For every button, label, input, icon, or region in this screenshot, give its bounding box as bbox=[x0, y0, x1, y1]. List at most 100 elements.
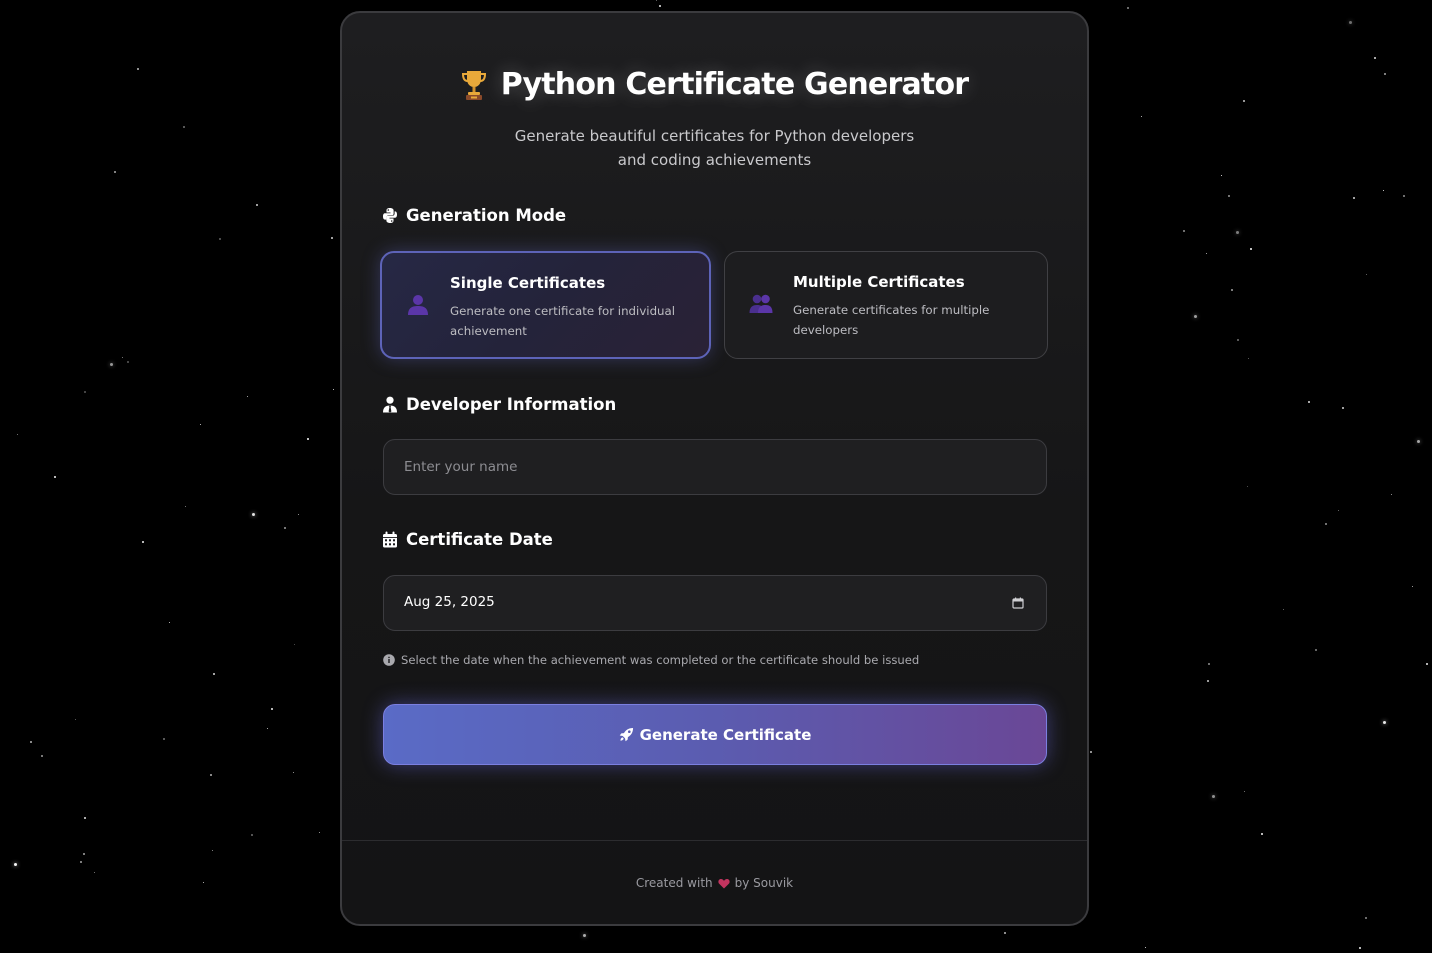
star bbox=[1004, 932, 1006, 934]
star bbox=[1403, 195, 1405, 197]
star bbox=[1383, 190, 1385, 192]
mode-multiple-description: Generate certificates for multiple devel… bbox=[793, 300, 1033, 340]
star bbox=[1127, 7, 1129, 9]
star bbox=[583, 934, 586, 937]
mode-option-single[interactable]: Single Certificates Generate one certifi… bbox=[380, 251, 711, 359]
star bbox=[1237, 339, 1239, 341]
info-circle-icon bbox=[383, 654, 395, 666]
mode-multiple-title: Multiple Certificates bbox=[793, 273, 965, 291]
star bbox=[1141, 116, 1143, 118]
star bbox=[319, 832, 321, 834]
star bbox=[203, 882, 205, 884]
footer: Created with by Souvik bbox=[342, 876, 1087, 890]
star bbox=[1325, 523, 1327, 525]
calendar-icon bbox=[383, 531, 397, 548]
star bbox=[84, 817, 86, 819]
star bbox=[183, 126, 185, 128]
star bbox=[1283, 609, 1285, 611]
star bbox=[200, 424, 202, 426]
star bbox=[331, 237, 333, 239]
star bbox=[169, 622, 171, 624]
mode-single-description: Generate one certificate for individual … bbox=[450, 301, 690, 341]
star bbox=[1308, 401, 1310, 403]
star bbox=[267, 728, 269, 730]
generation-mode-label: Generation Mode bbox=[406, 206, 567, 225]
mode-single-description-line-2: achievement bbox=[450, 324, 527, 338]
star bbox=[1412, 586, 1414, 588]
star bbox=[1353, 197, 1355, 199]
footer-suffix: by Souvik bbox=[734, 876, 794, 890]
star bbox=[1315, 649, 1317, 651]
star bbox=[80, 861, 82, 863]
generate-certificate-button[interactable]: Generate Certificate bbox=[383, 704, 1047, 765]
star bbox=[1417, 440, 1420, 443]
star bbox=[75, 719, 77, 721]
rocket-icon bbox=[619, 727, 633, 742]
star bbox=[30, 741, 32, 743]
mode-option-multiple[interactable]: Multiple Certificates Generate certifica… bbox=[724, 251, 1048, 359]
star bbox=[256, 204, 258, 206]
generation-mode-heading: Generation Mode bbox=[382, 206, 566, 225]
star bbox=[1145, 947, 1147, 949]
star bbox=[1261, 833, 1263, 835]
star bbox=[185, 506, 187, 508]
star bbox=[14, 863, 17, 866]
generate-certificate-label: Generate Certificate bbox=[639, 725, 812, 744]
date-field[interactable]: Aug 25, 2025 bbox=[383, 575, 1047, 631]
star bbox=[127, 361, 129, 363]
star bbox=[94, 872, 96, 874]
title-row: Python Certificate Generator bbox=[342, 67, 1087, 102]
star bbox=[137, 68, 139, 70]
star bbox=[1391, 494, 1393, 496]
star bbox=[1206, 253, 1208, 255]
generator-card: Python Certificate Generator Generate be… bbox=[340, 11, 1089, 926]
star bbox=[298, 514, 300, 516]
star bbox=[252, 513, 255, 516]
star bbox=[659, 5, 661, 7]
star bbox=[247, 396, 249, 398]
subtitle-line-2: and coding achievements bbox=[617, 151, 812, 169]
star bbox=[1366, 274, 1368, 276]
star bbox=[84, 391, 86, 393]
footer-prefix: Created with bbox=[635, 876, 713, 890]
star bbox=[114, 171, 116, 173]
star bbox=[1365, 917, 1367, 919]
star bbox=[1374, 57, 1376, 59]
star bbox=[163, 738, 165, 740]
star bbox=[1359, 947, 1361, 949]
calendar-picker-icon[interactable] bbox=[1012, 597, 1024, 609]
star bbox=[213, 673, 215, 675]
footer-divider bbox=[342, 840, 1087, 841]
mode-single-description-line-1: Generate one certificate for individual bbox=[450, 304, 676, 318]
date-hint-text: Select the date when the achievement was… bbox=[401, 653, 920, 667]
star bbox=[1236, 231, 1239, 234]
certificate-date-label: Certificate Date bbox=[406, 530, 553, 549]
name-input[interactable] bbox=[384, 440, 1046, 494]
star bbox=[1228, 195, 1230, 197]
star bbox=[110, 363, 113, 366]
star bbox=[1244, 791, 1246, 793]
star bbox=[271, 708, 273, 710]
star bbox=[307, 438, 309, 440]
star bbox=[1383, 721, 1386, 724]
name-field[interactable] bbox=[383, 439, 1047, 495]
star bbox=[219, 238, 221, 240]
star bbox=[17, 434, 19, 436]
date-hint: Select the date when the achievement was… bbox=[383, 653, 919, 667]
star bbox=[1247, 486, 1249, 488]
page-title: Python Certificate Generator bbox=[500, 67, 969, 102]
user-icon bbox=[408, 295, 428, 315]
star bbox=[1342, 407, 1344, 409]
date-input-value[interactable]: Aug 25, 2025 bbox=[404, 594, 495, 610]
star bbox=[1250, 248, 1252, 250]
star bbox=[1231, 289, 1233, 291]
star bbox=[1212, 795, 1215, 798]
star bbox=[54, 476, 56, 478]
star bbox=[284, 527, 286, 529]
star bbox=[1090, 751, 1092, 753]
star bbox=[41, 755, 43, 757]
user-tie-icon bbox=[383, 396, 397, 413]
star bbox=[333, 389, 335, 391]
star bbox=[293, 772, 295, 774]
star bbox=[656, 0, 658, 2]
